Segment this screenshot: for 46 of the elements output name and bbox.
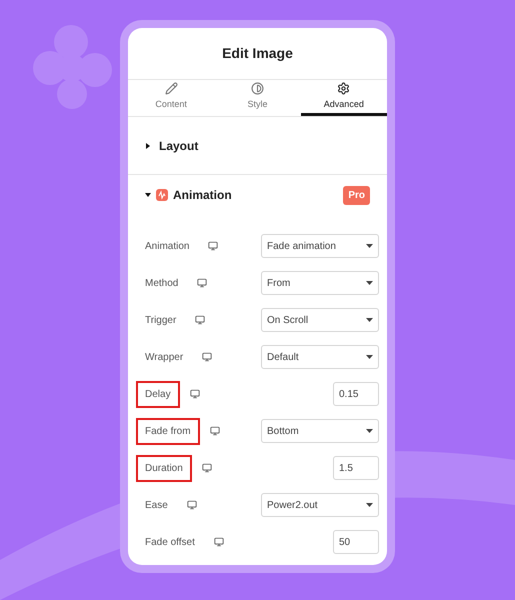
field-label: Fade from — [136, 418, 200, 444]
animation-icon — [156, 189, 168, 201]
dropdown[interactable]: From — [261, 271, 379, 295]
field-label: Animation — [144, 240, 190, 254]
panel-title: Edit Image — [128, 28, 387, 80]
caret-icon — [366, 244, 373, 248]
caret-icon — [366, 429, 373, 433]
number-field[interactable]: 50 — [333, 530, 379, 554]
field-label: Delay — [136, 380, 180, 408]
desktop-icon — [195, 315, 206, 325]
desktop-icon — [197, 278, 208, 288]
desktop-icon — [190, 389, 200, 399]
field-label: Trigger — [144, 314, 178, 328]
desktop-icon — [214, 537, 224, 547]
caret-icon — [366, 355, 373, 359]
dropdown[interactable]: Default — [261, 345, 379, 369]
dropdown[interactable]: Power2.out — [261, 493, 379, 517]
field-label: Duration — [136, 454, 192, 482]
desktop-icon — [210, 426, 220, 436]
gear-icon — [337, 82, 350, 95]
desktop-icon — [186, 500, 197, 510]
number-field[interactable]: 1.5 — [333, 456, 379, 480]
number-field[interactable]: 0.15 — [333, 382, 379, 406]
field-label: Wrapper — [144, 350, 184, 364]
desktop-icon — [208, 241, 218, 251]
dropdown[interactable]: Fade animation — [261, 234, 379, 258]
tab[interactable]: Advanced — [300, 80, 387, 116]
desktop-icon — [202, 352, 212, 362]
field-label: Fade offset — [144, 536, 196, 550]
caret-icon — [145, 192, 151, 198]
field-label: Method — [144, 276, 180, 290]
tab[interactable]: Content — [128, 80, 214, 116]
dropdown[interactable]: On Scroll — [261, 308, 379, 332]
caret-icon — [145, 142, 151, 148]
section-header[interactable]: Animation — [145, 186, 232, 204]
pencil-icon — [164, 82, 178, 95]
caret-icon — [366, 318, 373, 322]
caret-icon — [366, 281, 373, 285]
desktop-icon — [202, 463, 212, 473]
section-header[interactable]: Layout — [128, 117, 387, 175]
tab[interactable]: Style — [214, 80, 301, 116]
field-label: Ease — [144, 498, 169, 512]
contrast-icon — [250, 82, 264, 95]
caret-icon — [366, 503, 373, 507]
dropdown[interactable]: Bottom — [261, 419, 379, 443]
pro-badge: Pro — [343, 186, 370, 204]
